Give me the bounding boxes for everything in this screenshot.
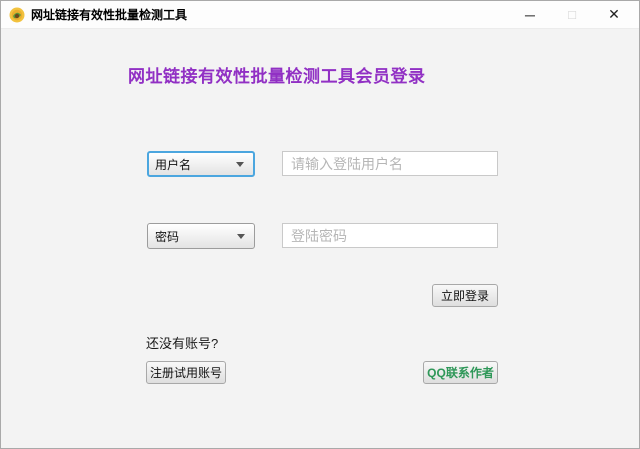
username-dropdown-value: 用户名: [155, 157, 192, 172]
close-icon[interactable]: ✕: [599, 3, 629, 27]
app-logo-icon: [9, 7, 25, 22]
qq-contact-author-button[interactable]: QQ联系作者: [423, 361, 498, 384]
window-controls: ─ □ ✕: [515, 3, 629, 27]
login-form: 网址链接有效性批量检测工具会员登录 用户名 密码 立即登录 还没有账号? 注册试…: [1, 29, 639, 448]
title-bar: 网址链接有效性批量检测工具 ─ □ ✕: [1, 1, 639, 29]
login-button[interactable]: 立即登录: [432, 284, 498, 307]
password-input[interactable]: [282, 223, 498, 248]
password-dropdown-value: 密码: [155, 229, 180, 244]
username-type-dropdown[interactable]: 用户名: [147, 151, 255, 177]
chevron-down-icon: [236, 162, 244, 167]
chevron-down-icon: [237, 234, 245, 239]
minimize-icon[interactable]: ─: [515, 3, 545, 27]
page-title: 网址链接有效性批量检测工具会员登录: [128, 67, 426, 86]
username-input[interactable]: [282, 151, 498, 176]
password-type-dropdown[interactable]: 密码: [147, 223, 255, 249]
window-title: 网址链接有效性批量检测工具: [31, 8, 188, 22]
no-account-text: 还没有账号?: [146, 336, 219, 351]
app-window: 网址链接有效性批量检测工具 ─ □ ✕ 网址链接有效性批量检测工具会员登录 用户…: [0, 0, 640, 449]
register-trial-button[interactable]: 注册试用账号: [146, 361, 226, 384]
maximize-icon[interactable]: □: [557, 3, 587, 27]
